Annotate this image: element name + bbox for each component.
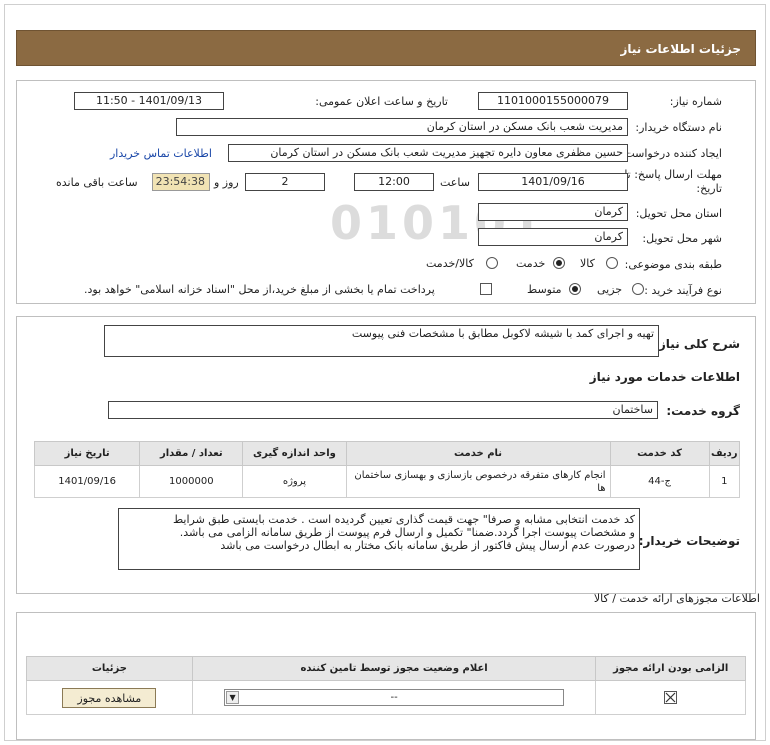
category-option-service: خدمت — [516, 257, 546, 270]
table-row: 1 ج-44 انجام کارهای متفرقه درخصوص بازساز… — [33, 465, 741, 498]
service-group-label: گروه خدمت: — [666, 404, 740, 418]
buyer-notes-label: توضیحات خریدار: — [638, 534, 740, 548]
permit-required-cell — [595, 680, 746, 715]
summary-label: شرح کلی نیاز: — [654, 337, 740, 351]
permits-table: الزامی بودن ارائه مجوز اعلام وضعیت مجوز … — [26, 656, 746, 715]
category-radio-service[interactable] — [553, 257, 565, 269]
category-option-goods-service: کالا/خدمت — [426, 257, 474, 270]
process-option-medium: متوسط — [527, 283, 562, 296]
col-unit: واحد اندازه گیری — [242, 441, 347, 466]
province-label: استان محل تحویل: — [635, 207, 722, 220]
permits-section-title: اطلاعات مجوزهای ارائه خدمت / کالا — [593, 592, 760, 605]
buyer-notes-line-2: و مشخصات پیوست اجرا گردد.ضمنا" تکمیل و ا… — [179, 526, 635, 539]
city-field: کرمان — [478, 228, 628, 246]
cell-code: ج-44 — [609, 465, 710, 498]
need-number-field: 1101000155000079 — [478, 92, 628, 110]
buyer-org-field: مدیریت شعب بانک مسکن در استان کرمان — [176, 118, 628, 136]
col-name: نام خدمت — [345, 441, 611, 466]
process-radio-minor[interactable] — [632, 283, 644, 295]
category-radio-goods-service[interactable] — [486, 257, 498, 269]
cell-row: 1 — [708, 465, 741, 498]
deadline-time-label: ساعت — [440, 176, 470, 189]
category-option-goods: کالا — [580, 257, 595, 270]
col-code: کد خدمت — [609, 441, 710, 466]
announce-field: 1401/09/13 - 11:50 — [74, 92, 224, 110]
process-option-minor: جزیی — [597, 283, 623, 296]
col-permit-details: جزئیات — [26, 656, 193, 681]
permits-header-row: الزامی بودن ارائه مجوز اعلام وضعیت مجوز … — [26, 656, 746, 681]
cell-name: انجام کارهای متفرقه درخصوص بازسازی و بهس… — [345, 465, 611, 498]
process-label: نوع فرآیند خرید : — [644, 284, 722, 297]
col-row: ردیف — [708, 441, 741, 466]
deadline-date-field: 1401/09/16 — [478, 173, 628, 191]
days-field: 2 — [245, 173, 325, 191]
services-table: ردیف کد خدمت نام خدمت واحد اندازه گیری ت… — [33, 441, 741, 498]
announce-label: تاریخ و ساعت اعلان عمومی: — [315, 95, 448, 108]
buyer-org-label: نام دستگاه خریدار: — [635, 121, 722, 134]
category-radio-goods[interactable] — [606, 257, 618, 269]
buyer-notes-line-3: درصورت عدم ارسال پیش فاکتور از طریق ساما… — [220, 539, 635, 552]
table-header-row: ردیف کد خدمت نام خدمت واحد اندازه گیری ت… — [33, 441, 741, 466]
cell-date: 1401/09/16 — [33, 465, 141, 498]
permit-status-select[interactable]: -- ▼ — [224, 689, 565, 706]
buyer-notes-line-1: کد خدمت انتخابی مشابه و صرفا" جهت قیمت گ… — [172, 513, 635, 526]
cell-unit: پروژه — [242, 465, 347, 498]
service-group-field: ساختمان — [108, 401, 658, 419]
dropdown-arrow-icon: ▼ — [226, 691, 240, 704]
services-section-title: اطلاعات خدمات مورد نیاز — [589, 370, 740, 384]
permit-status-cell: -- ▼ — [191, 680, 597, 715]
deadline-label-date: تاریخ: — [696, 182, 722, 195]
deadline-time-field: 12:00 — [354, 173, 434, 191]
col-date: تاریخ نیاز — [33, 441, 141, 466]
buyer-notes-field: کد خدمت انتخابی مشابه و صرفا" جهت قیمت گ… — [118, 508, 640, 570]
province-field: کرمان — [478, 203, 628, 221]
col-permit-status: اعلام وضعیت مجوز توسط تامین کننده — [191, 656, 597, 681]
treasury-payment-checkbox[interactable] — [480, 283, 492, 295]
process-radio-medium[interactable] — [569, 283, 581, 295]
permit-required-checkbox[interactable] — [664, 691, 678, 704]
col-quantity: تعداد / مقدار — [139, 441, 244, 466]
col-permit-required: الزامی بودن ارائه مجوز — [595, 656, 746, 681]
x-mark-icon — [665, 692, 676, 703]
deadline-label: مهلت ارسال پاسخ: تا — [624, 168, 722, 181]
summary-field: تهیه و اجرای کمد با شیشه لاکوبل مطابق با… — [104, 325, 659, 357]
city-label: شهر محل تحویل: — [642, 232, 722, 245]
days-label: روز و — [214, 176, 239, 189]
contact-buyer-link[interactable]: اطلاعات تماس خریدار — [110, 147, 212, 160]
remaining-time-field: 23:54:38 — [152, 173, 210, 191]
category-label: طبقه بندی موضوعی: — [624, 258, 722, 271]
permit-row: -- ▼ مشاهده مجوز — [26, 680, 746, 715]
cell-quantity: 1000000 — [139, 465, 244, 498]
need-number-label: شماره نیاز: — [669, 95, 722, 108]
page-title: جزئیات اطلاعات نیاز — [16, 30, 756, 66]
requester-field: حسین مظفری معاون دایره تجهیز مدیریت شعب … — [228, 144, 628, 162]
view-permit-button[interactable]: مشاهده مجوز — [62, 687, 157, 708]
permit-status-value: -- — [390, 692, 398, 703]
permit-details-cell: مشاهده مجوز — [26, 680, 193, 715]
payment-note: پرداخت تمام یا بخشی از مبلغ خرید،از محل … — [84, 283, 435, 296]
remaining-label: ساعت باقی مانده — [56, 176, 138, 189]
requester-label: ایجاد کننده درخواست: — [620, 147, 722, 160]
